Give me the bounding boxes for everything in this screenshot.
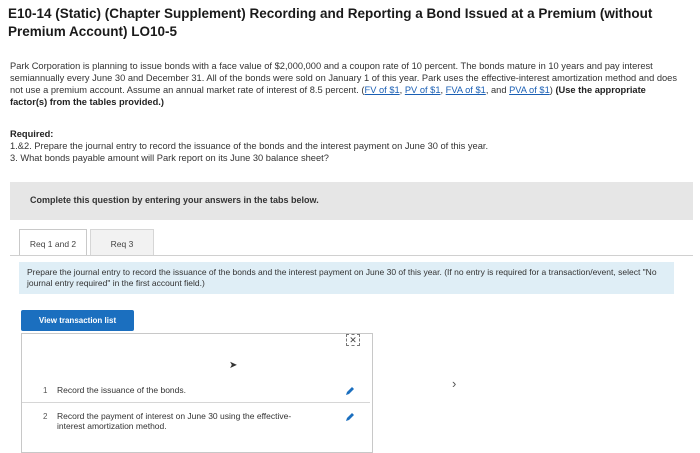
pv-table-link[interactable]: PV of $1 — [405, 85, 441, 95]
problem-statement: Park Corporation is planning to issue bo… — [10, 60, 682, 108]
close-icon[interactable]: ✕ — [346, 334, 360, 346]
link-separator: , and — [485, 85, 510, 95]
tab-req-1-and-2[interactable]: Req 1 and 2 — [19, 229, 87, 255]
tab-instruction: Prepare the journal entry to record the … — [19, 262, 674, 294]
fva-table-link[interactable]: FVA of $1 — [446, 85, 486, 95]
view-transaction-list-button[interactable]: View transaction list — [21, 310, 134, 331]
cursor-pointer-icon: ➤ — [229, 360, 238, 371]
required-item: 3. What bonds payable amount will Park r… — [10, 153, 329, 163]
pencil-icon[interactable] — [345, 412, 355, 422]
page-title: E10-14 (Static) (Chapter Supplement) Rec… — [8, 6, 653, 39]
tab-divider — [10, 255, 693, 256]
required-label: Required: — [10, 129, 54, 139]
pencil-icon[interactable] — [345, 386, 355, 396]
pva-table-link[interactable]: PVA of $1 — [509, 85, 550, 95]
transaction-number: 2 — [43, 412, 48, 421]
fv-table-link[interactable]: FV of $1 — [365, 85, 400, 95]
required-item: 1.&2. Prepare the journal entry to recor… — [10, 141, 489, 151]
required-section: Required: 1.&2. Prepare the journal entr… — [10, 128, 682, 164]
complete-instruction-bar: Complete this question by entering your … — [10, 182, 693, 220]
transaction-number: 1 — [43, 386, 48, 395]
transaction-description: Record the payment of interest on June 3… — [57, 411, 292, 431]
tab-req-3[interactable]: Req 3 — [90, 229, 154, 255]
transaction-description: Record the issuance of the bonds. — [57, 385, 186, 395]
row-divider — [22, 402, 370, 403]
chevron-right-icon[interactable]: › — [452, 376, 456, 391]
